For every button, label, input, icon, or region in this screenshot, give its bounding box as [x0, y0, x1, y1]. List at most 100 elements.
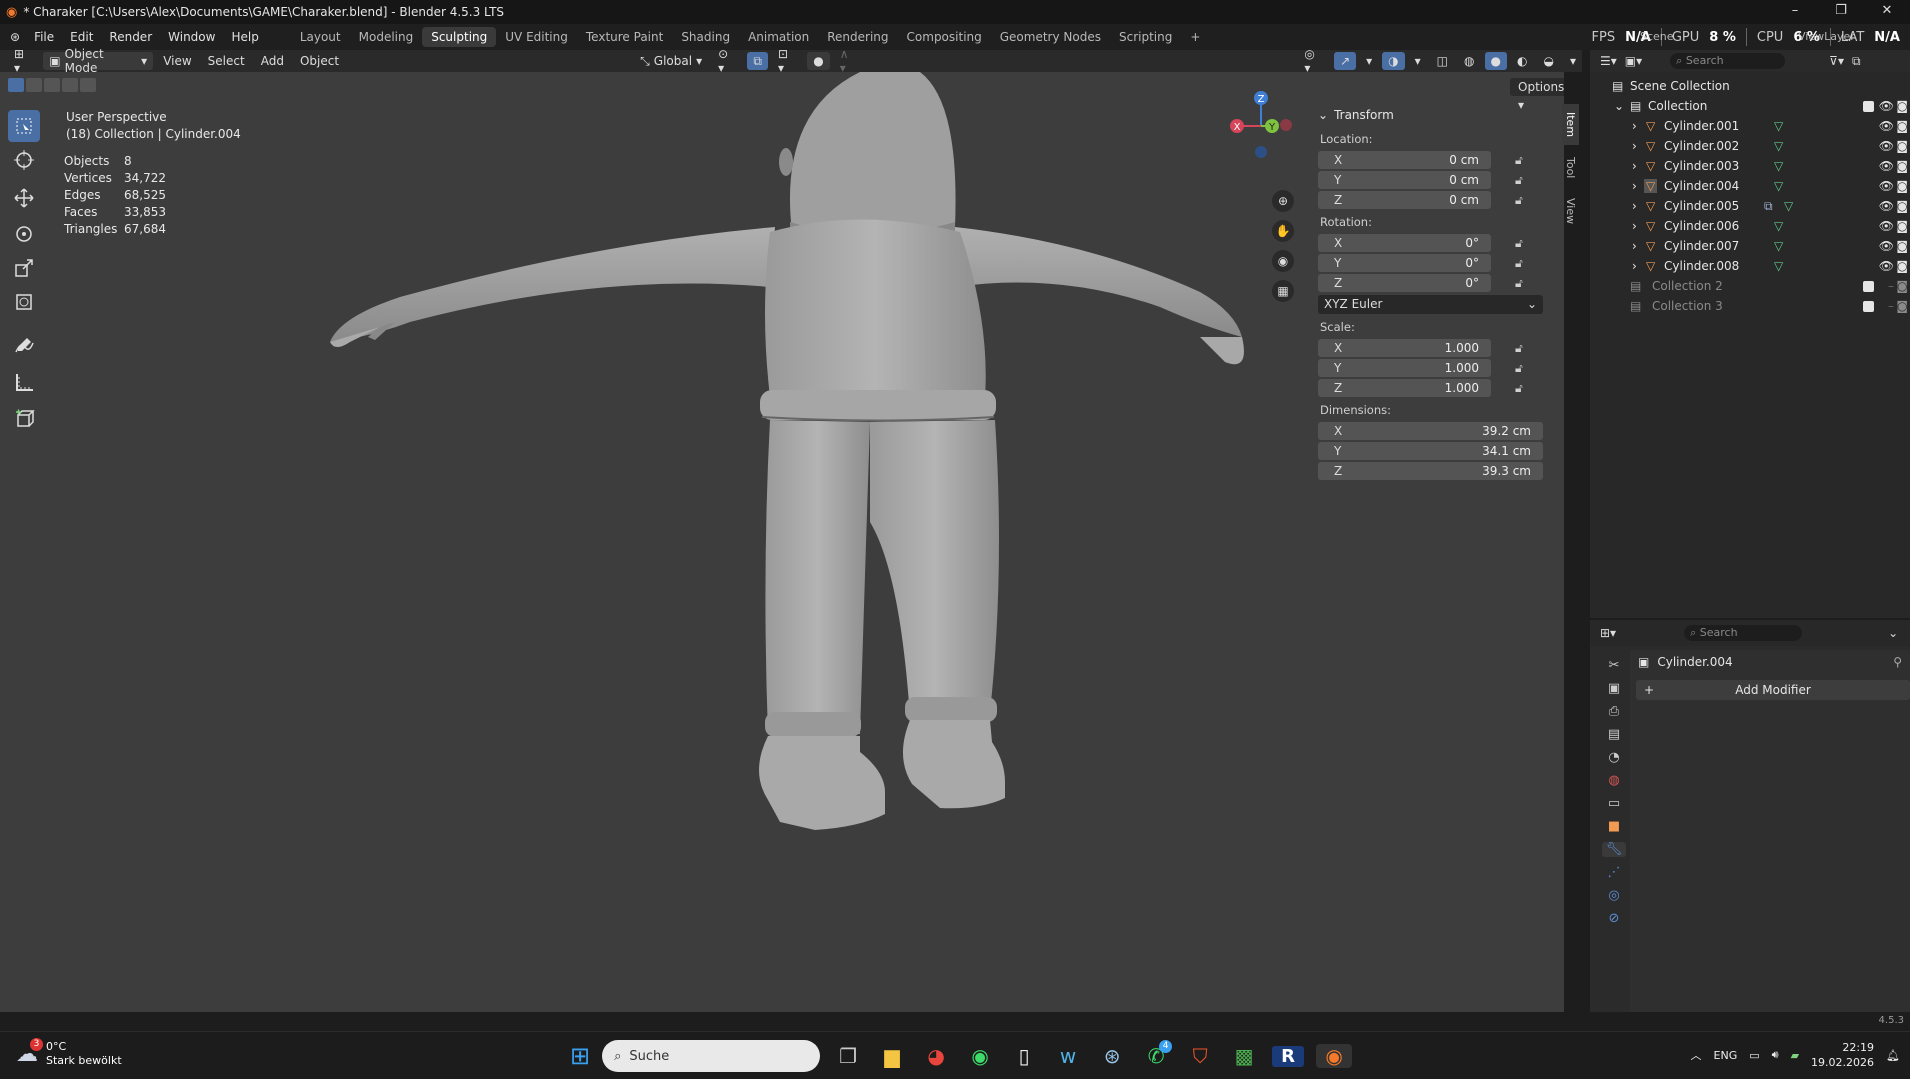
modifier-tab-icon[interactable]: 🔧︎ [1602, 842, 1626, 857]
battery-icon[interactable]: ▰ [1791, 1049, 1799, 1062]
xray-toggle[interactable]: ◫ [1431, 52, 1454, 70]
object-tab-icon[interactable]: ■ [1602, 819, 1626, 834]
camera-icon[interactable]: ◙ [1896, 239, 1908, 253]
view-layer-name[interactable]: ViewLayer [1798, 30, 1855, 43]
camera-icon[interactable]: ◙ [1896, 99, 1908, 113]
rotation-mode-select[interactable]: XYZ Euler ⌄ [1318, 295, 1543, 314]
physics-tab-icon[interactable]: ◎ [1602, 888, 1626, 903]
scene-collection-row[interactable]: ▤ Scene Collection [1590, 76, 1910, 96]
lock-icon[interactable]: 🔓︎ [1515, 381, 1529, 395]
notepad-icon[interactable]: ▯ [1008, 1044, 1040, 1068]
select-box-tool[interactable] [8, 110, 40, 142]
location-z-field[interactable]: Z0 cm 🔓︎ [1318, 190, 1553, 209]
mode-select[interactable]: ▣ Object Mode ▾ [43, 47, 154, 75]
camera-icon[interactable]: ◙ [1896, 219, 1908, 233]
tab-rendering[interactable]: Rendering [818, 27, 897, 47]
collection-checkbox[interactable] [1863, 280, 1874, 292]
notification-bell-icon[interactable]: 🔔︎ [1886, 1049, 1900, 1062]
gizmo-toggle[interactable]: ↗ [1334, 52, 1357, 70]
tab-uv-editing[interactable]: UV Editing [496, 27, 577, 47]
whatsapp-icon[interactable]: ✆ 4 [1140, 1040, 1173, 1068]
add-cube-tool[interactable] [8, 402, 40, 434]
collection-2-row[interactable]: ▤ Collection 2– ◙ [1590, 276, 1910, 296]
output-tab-icon[interactable]: ⎙ [1602, 704, 1626, 719]
camera-icon[interactable]: ◙ [1896, 299, 1908, 313]
eye-icon[interactable]: 👁︎ [1879, 259, 1894, 273]
location-x-field[interactable]: X0 cm 🔓︎ [1318, 150, 1553, 169]
transform-tool[interactable] [8, 286, 40, 318]
tool-tab-icon[interactable]: ✂ [1602, 658, 1626, 673]
tab-animation[interactable]: Animation [739, 27, 818, 47]
snap-target-button[interactable]: ⊡ ▾ [772, 47, 803, 75]
outliner-object-row[interactable]: › ▽ Cylinder.003 ▽ 👁︎ ◙ [1590, 156, 1910, 176]
tab-item[interactable]: Item [1562, 104, 1579, 146]
lock-icon[interactable]: 🔓︎ [1515, 173, 1529, 187]
shading-rendered[interactable]: ◒ [1537, 52, 1559, 70]
scene-tab-icon[interactable]: ◔ [1602, 750, 1626, 765]
eye-hidden-icon[interactable]: – [1888, 279, 1894, 293]
pan-hand-icon[interactable]: ✋ [1272, 220, 1294, 242]
eye-icon[interactable]: 👁︎ [1879, 179, 1894, 193]
rotation-y-field[interactable]: Y 0° 🔓︎ [1318, 253, 1553, 272]
maximize-button[interactable]: ❐ [1818, 0, 1864, 24]
tab-geometry-nodes[interactable]: Geometry Nodes [991, 27, 1110, 47]
proportional-falloff-button[interactable]: ∧ ▾ [834, 47, 864, 75]
view-layer-tab-icon[interactable]: ▤ [1602, 727, 1626, 742]
scale-z-field[interactable]: Z 1.000 🔓︎ [1318, 378, 1553, 397]
proportional-edit-button[interactable]: ● [807, 52, 830, 70]
display-mode-icon[interactable]: ▣▾ [1625, 54, 1642, 68]
shading-material[interactable]: ◐ [1511, 52, 1533, 70]
tab-sculpting[interactable]: Sculpting [422, 27, 497, 47]
dimension-z-field[interactable]: Z 39.3 cm [1318, 461, 1553, 480]
options-button[interactable]: Options ▾ [1510, 78, 1564, 112]
lock-icon[interactable]: 🔓︎ [1515, 236, 1529, 250]
menu-help[interactable]: Help [223, 30, 266, 44]
eye-icon[interactable]: 👁︎ [1879, 119, 1894, 133]
menu-select[interactable]: Select [202, 52, 251, 70]
camera-icon[interactable]: ◙ [1896, 159, 1908, 173]
eye-hidden-icon[interactable]: – [1888, 299, 1894, 313]
camera-icon[interactable]: ◙ [1896, 199, 1908, 213]
character-model[interactable] [300, 72, 1280, 1012]
outliner-object-row[interactable]: › ▽ Cylinder.005 ⧉ ▽ 👁︎ ◙ [1590, 196, 1910, 216]
app-wing-icon[interactable]: ᴡ [1052, 1044, 1084, 1068]
menu-render[interactable]: Render [101, 30, 160, 44]
shading-solid[interactable]: ● [1484, 52, 1507, 70]
volume-icon[interactable]: 🔊︎ [1772, 1048, 1779, 1062]
app-r-icon[interactable]: R [1272, 1045, 1305, 1067]
menu-edit[interactable]: Edit [62, 30, 101, 44]
annotate-tool[interactable] [8, 330, 40, 362]
tab-view[interactable]: View [1562, 190, 1579, 232]
app-green-icon[interactable]: ◉ [964, 1044, 996, 1068]
eye-icon[interactable]: 👁︎ [1879, 199, 1894, 213]
select-intersect-icon[interactable] [80, 78, 96, 92]
particles-tab-icon[interactable]: ⋰ [1602, 865, 1626, 880]
collection-tab-icon[interactable]: ▭ [1602, 796, 1626, 811]
rotation-x-field[interactable]: X 0° 🔓︎ [1318, 233, 1553, 252]
network-icon[interactable]: ▭ [1749, 1049, 1759, 1062]
menu-window[interactable]: Window [160, 30, 223, 44]
camera-icon[interactable]: ◙ [1896, 119, 1908, 133]
minecraft-icon[interactable]: ▩ [1228, 1044, 1260, 1068]
visibility-button[interactable]: ◎ ▾ [1298, 47, 1330, 75]
taskbar-search-input[interactable]: ⌕ Suche [602, 1040, 821, 1072]
collection-checkbox[interactable] [1863, 100, 1874, 112]
render-tab-icon[interactable]: ▣ [1602, 681, 1626, 696]
transform-header[interactable]: ⌄ Transform [1318, 104, 1553, 126]
collection-row[interactable]: ⌄ ▤ Collection 👁︎ ◙ [1590, 96, 1910, 116]
lock-icon[interactable]: 🔓︎ [1515, 256, 1529, 270]
camera-icon[interactable]: ◙ [1896, 179, 1908, 193]
world-tab-icon[interactable]: ◍ [1602, 773, 1626, 788]
pin-icon[interactable]: ⚲ [1893, 655, 1902, 669]
select-subtract-icon[interactable] [44, 78, 60, 92]
tab-modeling[interactable]: Modeling [350, 27, 423, 47]
chevron-up-icon[interactable]: ︿ [1691, 1047, 1702, 1063]
collection-3-row[interactable]: ▤ Collection 3– ◙ [1590, 296, 1910, 316]
close-button[interactable]: ✕ [1864, 0, 1910, 24]
clock[interactable]: 22:19 19.02.2026 [1811, 1040, 1874, 1070]
menu-object[interactable]: Object [294, 52, 345, 70]
scale-y-field[interactable]: Y 1.000 🔓︎ [1318, 358, 1553, 377]
zoom-icon[interactable]: ⊕ [1272, 190, 1294, 212]
menu-file[interactable]: File [26, 30, 62, 44]
tab-tool[interactable]: Tool [1562, 149, 1579, 186]
